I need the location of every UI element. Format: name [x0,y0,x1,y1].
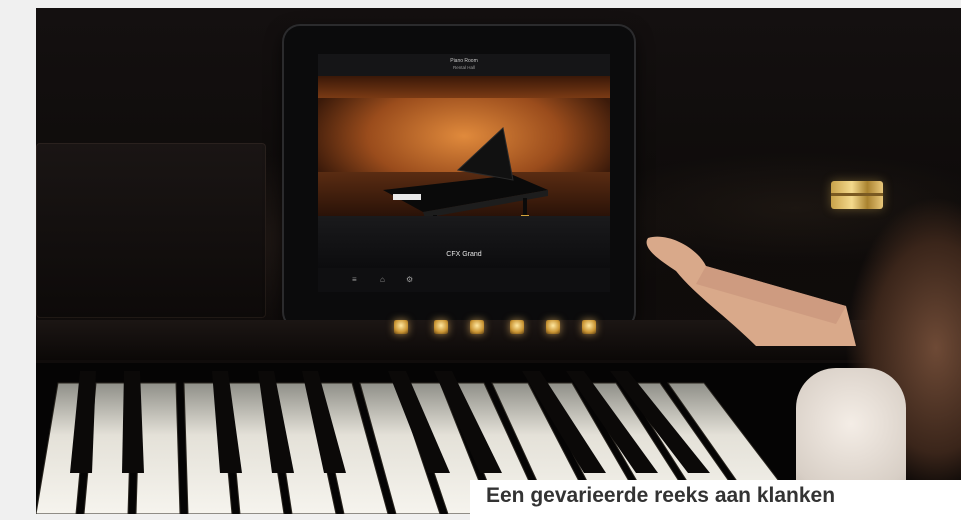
light-indicator [510,320,524,334]
light-indicator [470,320,484,334]
function-lights [386,320,626,350]
voice-name-label: CFX Grand [446,251,482,258]
light-indicator [582,320,596,334]
hall-ceiling [318,76,610,98]
app-subtitle: Rental Hall [452,65,475,70]
app-header: Piano Room Rental Hall [318,54,610,76]
caption-banner: Een gevarieerde reeks aan klanken [470,480,961,520]
pointing-hand [646,236,856,346]
app-title: Piano Room [450,58,478,64]
tablet-screen[interactable]: Piano Room Rental Hall CFX Grand ≡ ⌂ ⚙ [318,54,610,292]
app-toolbar: ≡ ⌂ ⚙ [318,268,610,292]
concert-hall-image [318,76,610,236]
home-icon[interactable]: ⌂ [380,276,385,284]
light-indicator [546,320,560,334]
hall-floor [318,216,610,268]
caption-text: Een gevarieerde reeks aan klanken [486,484,836,507]
light-indicator [434,320,448,334]
menu-icon[interactable]: ≡ [352,276,357,284]
settings-icon[interactable]: ⚙ [406,276,413,284]
light-indicator [394,320,408,334]
piano-front-panel [36,143,266,318]
piano-photo: Piano Room Rental Hall CFX Grand ≡ ⌂ ⚙ [36,8,961,514]
